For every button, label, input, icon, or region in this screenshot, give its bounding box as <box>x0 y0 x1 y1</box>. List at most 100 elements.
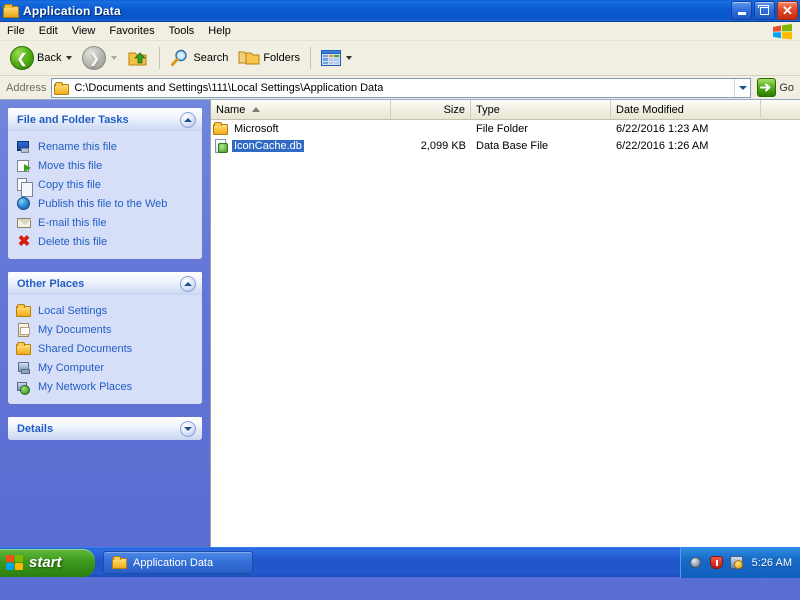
place-label: Local Settings <box>38 305 107 317</box>
title-bar: Application Data ✕ <box>0 0 800 22</box>
place-my-network-places[interactable]: My Network Places <box>16 377 198 396</box>
panel-details: Details <box>8 417 202 440</box>
file-list: Name Size Type Date Modified Microsoft F… <box>210 100 800 577</box>
rename-icon <box>16 139 32 155</box>
windows-flag-icon <box>772 24 794 40</box>
column-header-date-modified[interactable]: Date Modified <box>611 100 761 120</box>
table-row[interactable]: Microsoft File Folder 6/22/2016 1:23 AM <box>211 120 800 137</box>
expand-chevron-down-icon[interactable] <box>180 421 196 437</box>
menu-bar: File Edit View Favorites Tools Help <box>0 22 800 41</box>
task-publish-this-file-to-the-web[interactable]: Publish this file to the Web <box>16 194 198 213</box>
place-local-settings[interactable]: Local Settings <box>16 301 198 320</box>
forward-button[interactable]: ❯ <box>78 43 121 73</box>
address-folder-icon <box>54 81 70 94</box>
move-icon <box>16 158 32 174</box>
column-header-name[interactable]: Name <box>211 100 391 120</box>
go-button[interactable]: Go <box>757 78 794 97</box>
panel-body-file-and-folder-tasks: Rename this file Move this file Copy thi… <box>8 131 202 259</box>
up-one-level-button[interactable] <box>123 43 153 73</box>
panel-title: File and Folder Tasks <box>17 114 180 126</box>
task-rename-this-file[interactable]: Rename this file <box>16 137 198 156</box>
panel-header-file-and-folder-tasks[interactable]: File and Folder Tasks <box>8 108 202 131</box>
close-button[interactable]: ✕ <box>777 1 798 20</box>
task-move-this-file[interactable]: Move this file <box>16 156 198 175</box>
task-delete-this-file[interactable]: ✖ Delete this file <box>16 232 198 251</box>
toolbar-separator-2 <box>310 47 311 69</box>
my-documents-icon <box>16 322 32 338</box>
cell-name: IconCache.db <box>211 137 391 154</box>
panel-header-details[interactable]: Details <box>8 417 202 440</box>
column-label: Date Modified <box>616 104 684 116</box>
back-button[interactable]: ❮ Back <box>6 43 76 73</box>
file-rows: Microsoft File Folder 6/22/2016 1:23 AM … <box>211 120 800 577</box>
my-computer-icon <box>16 360 32 376</box>
panel-title: Other Places <box>17 278 180 290</box>
delete-icon: ✖ <box>16 234 32 250</box>
forward-arrow-icon: ❯ <box>82 46 106 70</box>
table-row[interactable]: IconCache.db 2,099 KB Data Base File 6/2… <box>211 137 800 154</box>
address-value: C:\Documents and Settings\111\Local Sett… <box>74 82 383 94</box>
clock[interactable]: 5:26 AM <box>752 557 792 569</box>
column-label: Name <box>216 104 245 116</box>
cell-date-modified: 6/22/2016 1:23 AM <box>611 120 761 137</box>
network-icon <box>16 379 32 395</box>
views-button[interactable] <box>317 43 356 73</box>
column-header-type[interactable]: Type <box>471 100 611 120</box>
search-button[interactable]: Search <box>166 43 232 73</box>
place-label: Shared Documents <box>38 343 132 355</box>
address-dropdown-button[interactable] <box>734 79 750 97</box>
views-dropdown-icon[interactable] <box>346 56 352 60</box>
place-label: My Network Places <box>38 381 132 393</box>
menu-item-view[interactable]: View <box>65 24 103 39</box>
windows-flag-icon <box>6 555 24 571</box>
window-folder-icon <box>3 4 19 18</box>
place-label: My Documents <box>38 324 111 336</box>
cell-name: Microsoft <box>211 120 391 137</box>
folders-button[interactable]: Folders <box>234 43 304 73</box>
column-header-size[interactable]: Size <box>391 100 471 120</box>
folders-label: Folders <box>263 52 300 64</box>
menu-item-edit[interactable]: Edit <box>32 24 65 39</box>
address-input[interactable]: C:\Documents and Settings\111\Local Sett… <box>51 78 751 98</box>
volume-icon[interactable] <box>689 555 704 570</box>
task-copy-this-file[interactable]: Copy this file <box>16 175 198 194</box>
toolbar: ❮ Back ❯ Search <box>0 41 800 76</box>
taskbar-item-application-data[interactable]: Application Data <box>103 551 253 574</box>
file-name: IconCache.db <box>232 140 304 152</box>
folder-icon <box>213 121 229 137</box>
start-label: start <box>29 554 62 571</box>
collapse-chevron-up-icon[interactable] <box>180 112 196 128</box>
place-shared-documents[interactable]: Shared Documents <box>16 339 198 358</box>
search-icon <box>170 49 190 67</box>
task-label: E-mail this file <box>38 217 106 229</box>
restore-button[interactable] <box>754 1 775 20</box>
menu-item-favorites[interactable]: Favorites <box>102 24 161 39</box>
task-label: Copy this file <box>38 179 101 191</box>
folder-icon <box>16 341 32 357</box>
taskbar: start Application Data 5:26 AM <box>0 547 800 577</box>
back-dropdown-icon[interactable] <box>66 56 72 60</box>
folders-icon <box>238 49 260 67</box>
search-label: Search <box>193 52 228 64</box>
panel-body-other-places: Local Settings My Documents Shared Docum… <box>8 295 202 404</box>
cell-size <box>391 120 471 137</box>
column-label: Size <box>444 104 465 116</box>
menu-item-file[interactable]: File <box>0 24 32 39</box>
task-e-mail-this-file[interactable]: E-mail this file <box>16 213 198 232</box>
network-icon[interactable] <box>729 555 744 570</box>
menu-item-help[interactable]: Help <box>201 24 238 39</box>
menu-item-tools[interactable]: Tools <box>162 24 202 39</box>
start-button[interactable]: start <box>0 549 95 577</box>
address-bar: Address C:\Documents and Settings\111\Lo… <box>0 76 800 100</box>
minimize-button[interactable] <box>731 1 752 20</box>
security-shield-icon[interactable] <box>709 555 724 570</box>
panel-header-other-places[interactable]: Other Places <box>8 272 202 295</box>
place-my-computer[interactable]: My Computer <box>16 358 198 377</box>
sidebar: File and Folder Tasks Rename this file M… <box>0 100 210 577</box>
copy-icon <box>16 177 32 193</box>
panel-other-places: Other Places Local Settings My Documents… <box>8 272 202 404</box>
collapse-chevron-up-icon[interactable] <box>180 276 196 292</box>
task-label: Publish this file to the Web <box>38 198 167 210</box>
window-controls: ✕ <box>731 1 798 20</box>
place-my-documents[interactable]: My Documents <box>16 320 198 339</box>
